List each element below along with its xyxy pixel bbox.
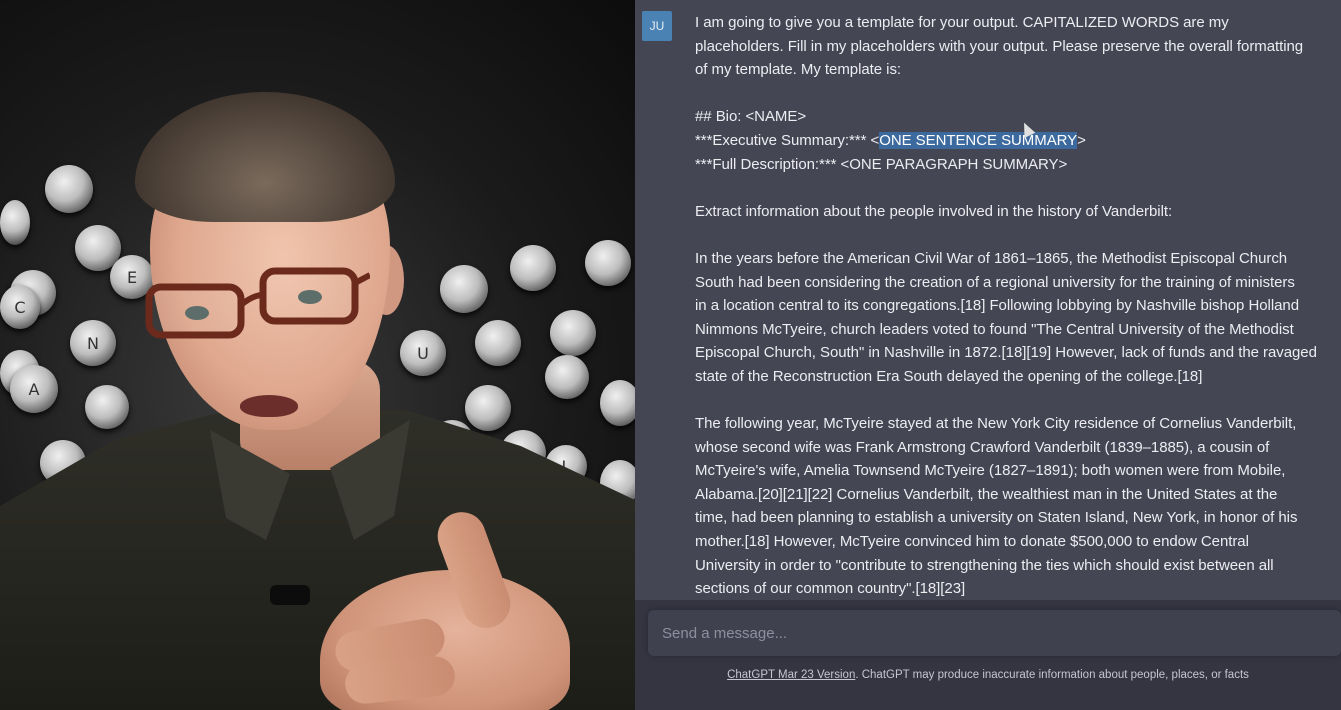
- message-line: I am going to give you a template for yo…: [695, 14, 1229, 31]
- template-full-description-line: ***Full Description:*** <ONE PARAGRAPH S…: [695, 155, 1068, 173]
- person-mouth: [240, 395, 298, 417]
- typewriter-key: [600, 380, 635, 426]
- typewriter-key: [45, 165, 93, 213]
- message-line: placeholders. Fill in my placeholders wi…: [695, 37, 1304, 55]
- selected-text[interactable]: ONE SENTENCE SUMMARY: [879, 131, 1077, 149]
- user-avatar: JU: [642, 11, 672, 41]
- typewriter-key: N: [70, 320, 116, 366]
- footer-disclaimer: ChatGPT Mar 23 Version. ChatGPT may prod…: [635, 669, 1341, 681]
- paragraph-line: Nimmons McTyeire, church leaders voted t…: [695, 320, 1294, 338]
- paragraph-line: state of the Reconstruction Era South de…: [695, 367, 1203, 385]
- lapel-microphone: [270, 585, 310, 605]
- typewriter-key: [550, 310, 596, 356]
- disclaimer-text: . ChatGPT may produce inaccurate informa…: [855, 669, 1249, 681]
- typewriter-key: U: [400, 330, 446, 376]
- typewriter-key: [85, 385, 129, 429]
- typewriter-key: C: [0, 285, 40, 329]
- typewriter-key: [545, 355, 589, 399]
- paragraph-line: In the years before the American Civil W…: [695, 249, 1288, 267]
- paragraph-line: The following year, McTyeire stayed at t…: [695, 415, 1297, 433]
- paragraph-line: sections of our common country".[18][23]: [695, 580, 966, 598]
- paragraph-line: mother.[18] However, McTyeire convinced …: [695, 533, 1249, 551]
- paragraph-line: time, had been planning to establish a u…: [695, 509, 1298, 527]
- exec-summary-prefix: ***Executive Summary:*** <: [695, 131, 880, 149]
- user-message: I am going to give you a template for yo…: [695, 11, 1340, 601]
- template-bio-line: ## Bio: <NAME>: [695, 108, 807, 126]
- paragraph-line: whose second wife was Frank Armstrong Cr…: [695, 438, 1270, 456]
- webcam-video-panel: E C N A U L: [0, 0, 635, 710]
- template-exec-summary-line: ***Executive Summary:*** <ONE SENTENCE S…: [695, 129, 1340, 153]
- paragraph-line: Alabama.[20][21][22] Cornelius Vanderbil…: [695, 485, 1278, 503]
- typewriter-key: [510, 245, 556, 291]
- typewriter-key: [440, 265, 488, 313]
- message-input[interactable]: [648, 610, 1341, 656]
- typewriter-key: [475, 320, 521, 366]
- paragraph-line: South had been considering the creation …: [695, 273, 1295, 291]
- instruction-line: Extract information about the people inv…: [695, 202, 1173, 220]
- paragraph-line: University in order to "contribute to st…: [695, 556, 1274, 574]
- eyeglasses: [145, 267, 370, 339]
- version-link[interactable]: ChatGPT Mar 23 Version: [727, 669, 855, 681]
- paragraph-line: in a location central to its congregatio…: [695, 297, 1299, 315]
- typewriter-key: [0, 200, 30, 245]
- person-hair: [135, 92, 395, 222]
- paragraph-line: McTyeire's wife, Amelia Townsend McTyeir…: [695, 462, 1286, 480]
- message-line: of my template. My template is:: [695, 61, 902, 79]
- exec-summary-suffix: >: [1077, 131, 1086, 149]
- typewriter-key: A: [10, 365, 58, 413]
- typewriter-key: [465, 385, 511, 431]
- paragraph-line: Episcopal Church, South" in Nashville in…: [695, 344, 1317, 362]
- chat-panel: JU I am going to give you a template for…: [635, 0, 1341, 710]
- typewriter-key: [585, 240, 631, 286]
